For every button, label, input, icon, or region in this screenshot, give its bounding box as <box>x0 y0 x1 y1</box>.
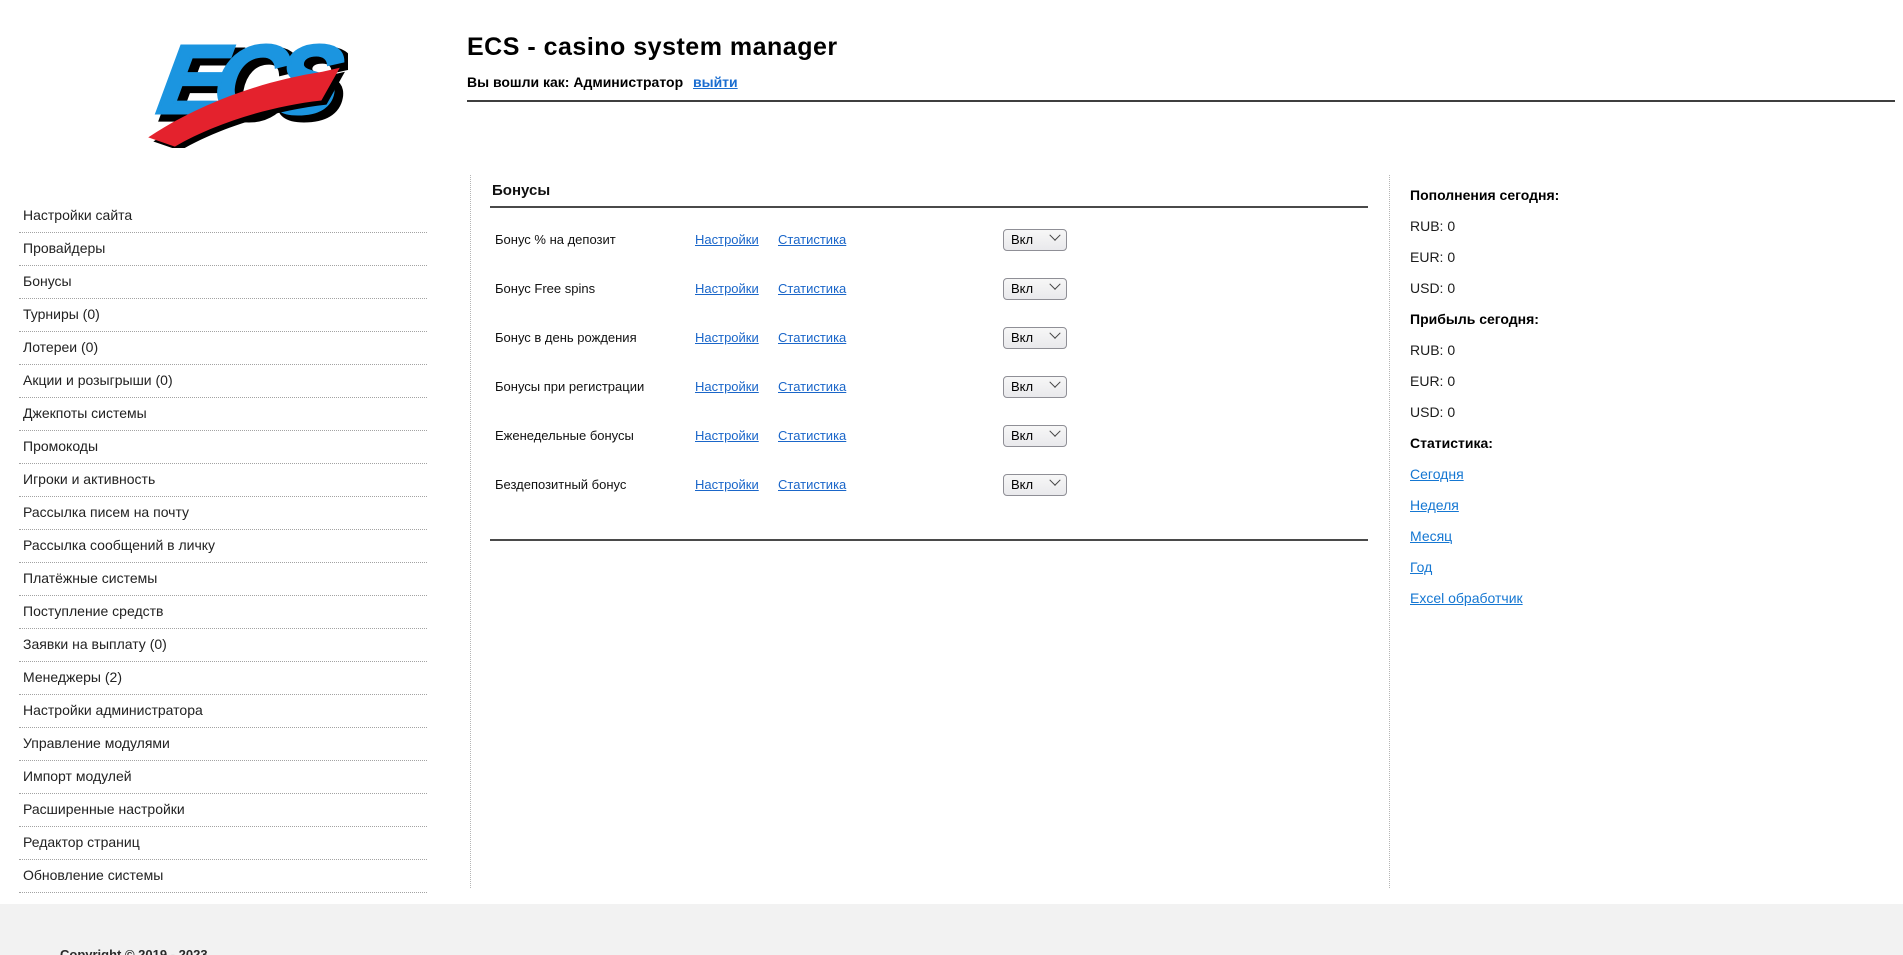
sidebar-item[interactable]: Настройки администратора <box>19 695 427 728</box>
bonus-name: Бездепозитный бонус <box>490 477 695 492</box>
bonus-settings-link[interactable]: Настройки <box>695 477 778 492</box>
statistics-links: СегодняНеделяМесяцГодExcel обработчик <box>1410 459 1640 614</box>
chevron-down-icon <box>1049 230 1060 241</box>
bonus-statistics-link[interactable]: Статистика <box>778 428 1003 443</box>
currency-total: EUR: 0 <box>1410 242 1640 273</box>
bonus-name: Еженедельные бонусы <box>490 428 695 443</box>
bonus-statistics-link[interactable]: Статистика <box>778 232 1003 247</box>
bonus-state-value: Вкл <box>1011 477 1051 492</box>
stats-period-link[interactable]: Год <box>1410 552 1432 583</box>
currency-total: RUB: 0 <box>1410 335 1640 366</box>
bonus-name: Бонусы при регистрации <box>490 379 695 394</box>
stats-period-link[interactable]: Excel обработчик <box>1410 583 1523 614</box>
login-status: Вы вошли как: Администратор выйти <box>467 74 838 90</box>
sidebar-item[interactable]: Управление модулями <box>19 728 427 761</box>
sidebar-item[interactable]: Акции и розыгрыши (0) <box>19 365 427 398</box>
bonus-state-select[interactable]: Вкл <box>1003 278 1067 300</box>
sidebar-item[interactable]: Лотереи (0) <box>19 332 427 365</box>
bonus-statistics-link[interactable]: Статистика <box>778 379 1003 394</box>
section-bottom-rule <box>490 539 1368 541</box>
bonus-state-select[interactable]: Вкл <box>1003 474 1067 496</box>
sidebar-item[interactable]: Промокоды <box>19 431 427 464</box>
sidebar-item[interactable]: Расширенные настройки <box>19 794 427 827</box>
statistics-title: Статистика: <box>1410 428 1640 459</box>
bonus-state-select[interactable]: Вкл <box>1003 376 1067 398</box>
sidebar-item[interactable]: Редактор страниц <box>19 827 427 860</box>
currency-total: EUR: 0 <box>1410 366 1640 397</box>
sidebar-main-divider <box>470 175 471 888</box>
bonus-state-value: Вкл <box>1011 281 1051 296</box>
bonus-settings-link[interactable]: Настройки <box>695 330 778 345</box>
chevron-down-icon <box>1049 328 1060 339</box>
stats-period-link[interactable]: Месяц <box>1410 521 1452 552</box>
bonus-state-select[interactable]: Вкл <box>1003 327 1067 349</box>
logout-link[interactable]: выйти <box>693 74 738 90</box>
sidebar-item[interactable]: Рассылка сообщений в личку <box>19 530 427 563</box>
section-top-rule <box>490 206 1368 208</box>
bonus-settings-link[interactable]: Настройки <box>695 428 778 443</box>
stats-period-link[interactable]: Неделя <box>1410 490 1459 521</box>
logged-in-as-text: Вы вошли как: Администратор <box>467 74 683 90</box>
bonus-row: Бонус % на депозит Настройки Статистика … <box>490 215 1368 264</box>
bonus-state-select[interactable]: Вкл <box>1003 229 1067 251</box>
bonus-settings-link[interactable]: Настройки <box>695 232 778 247</box>
bonus-name: Бонус в день рождения <box>490 330 695 345</box>
bonus-state-value: Вкл <box>1011 428 1051 443</box>
currency-total: USD: 0 <box>1410 397 1640 428</box>
currency-total: USD: 0 <box>1410 273 1640 304</box>
sidebar-item[interactable]: Бонусы <box>19 266 427 299</box>
bonus-settings-link[interactable]: Настройки <box>695 281 778 296</box>
bonus-row: Еженедельные бонусы Настройки Статистика… <box>490 411 1368 460</box>
chevron-down-icon <box>1049 475 1060 486</box>
page-title: ECS - casino system manager <box>467 33 838 62</box>
sidebar-item[interactable]: Поступление средств <box>19 596 427 629</box>
sidebar-item[interactable]: Игроки и активность <box>19 464 427 497</box>
deposits-today-values: RUB: 0EUR: 0USD: 0 <box>1410 211 1640 304</box>
header: ECS - casino system manager Вы вошли как… <box>467 33 838 90</box>
sidebar-item[interactable]: Рассылка писем на почту <box>19 497 427 530</box>
currency-total: RUB: 0 <box>1410 211 1640 242</box>
bonus-statistics-link[interactable]: Статистика <box>778 281 1003 296</box>
bonus-state-select[interactable]: Вкл <box>1003 425 1067 447</box>
sidebar-item[interactable]: Обновление системы <box>19 860 427 893</box>
sidebar-item[interactable]: Джекпоты системы <box>19 398 427 431</box>
bonus-row: Бонусы при регистрации Настройки Статист… <box>490 362 1368 411</box>
section-title: Бонусы <box>492 182 550 199</box>
stats-period-link[interactable]: Сегодня <box>1410 459 1464 490</box>
copyright-text: Copyright © 2019 - 2023 <box>60 947 208 955</box>
chevron-down-icon <box>1049 426 1060 437</box>
bonus-statistics-link[interactable]: Статистика <box>778 330 1003 345</box>
bonus-row: Бездепозитный бонус Настройки Статистика… <box>490 460 1368 509</box>
page: ECS ECS ECS - casino system manager Вы в… <box>0 0 1903 955</box>
bonus-name: Бонус % на депозит <box>490 232 695 247</box>
sidebar-item[interactable]: Менеджеры (2) <box>19 662 427 695</box>
header-divider <box>467 100 1895 102</box>
bonus-row: Бонус в день рождения Настройки Статисти… <box>490 313 1368 362</box>
bonus-rows: Бонус % на депозит Настройки Статистика … <box>490 215 1368 509</box>
ecs-logo[interactable]: ECS ECS <box>138 12 348 148</box>
sidebar-item[interactable]: Платёжные системы <box>19 563 427 596</box>
chevron-down-icon <box>1049 279 1060 290</box>
bonus-state-value: Вкл <box>1011 379 1051 394</box>
sidebar: Настройки сайтаПровайдерыБонусыТурниры (… <box>19 200 427 893</box>
sidebar-item[interactable]: Заявки на выплату (0) <box>19 629 427 662</box>
sidebar-item[interactable]: Провайдеры <box>19 233 427 266</box>
sidebar-item[interactable]: Настройки сайта <box>19 200 427 233</box>
main-panel-divider <box>1389 175 1390 888</box>
bonus-settings-link[interactable]: Настройки <box>695 379 778 394</box>
bonus-state-value: Вкл <box>1011 330 1051 345</box>
bonus-statistics-link[interactable]: Статистика <box>778 477 1003 492</box>
chevron-down-icon <box>1049 377 1060 388</box>
stats-panel: Пополнения сегодня: RUB: 0EUR: 0USD: 0 П… <box>1410 180 1640 614</box>
footer: Copyright © 2019 - 2023 <box>0 904 1903 955</box>
bonus-row: Бонус Free spins Настройки Статистика Вк… <box>490 264 1368 313</box>
sidebar-item[interactable]: Турниры (0) <box>19 299 427 332</box>
bonus-name: Бонус Free spins <box>490 281 695 296</box>
bonus-state-value: Вкл <box>1011 232 1051 247</box>
sidebar-item[interactable]: Импорт модулей <box>19 761 427 794</box>
deposits-today-title: Пополнения сегодня: <box>1410 180 1640 211</box>
profit-today-title: Прибыль сегодня: <box>1410 304 1640 335</box>
profit-today-values: RUB: 0EUR: 0USD: 0 <box>1410 335 1640 428</box>
